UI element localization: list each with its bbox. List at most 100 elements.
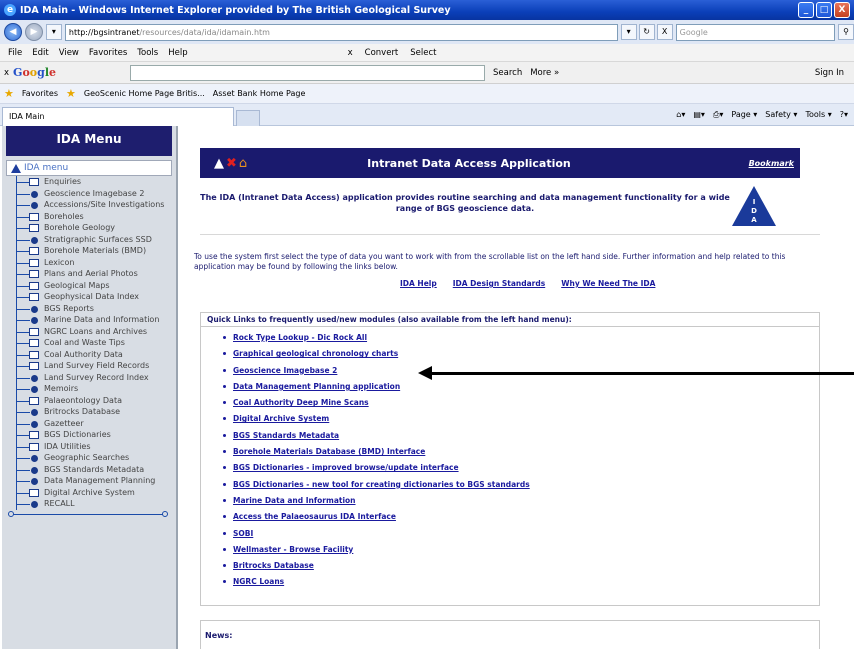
sidebar-item[interactable]: Data Management Planning xyxy=(16,475,176,487)
page-menu[interactable]: Page ▾ xyxy=(731,110,757,120)
bookmark-link[interactable]: Bookmark xyxy=(749,159,794,168)
ie-icon: e xyxy=(4,4,16,16)
menu-favorites[interactable]: Favorites xyxy=(85,48,131,58)
sidebar-item-label: BGS Dictionaries xyxy=(44,430,111,439)
triangle-logo-icon: ▲ xyxy=(214,155,224,171)
quick-link[interactable]: Britrocks Database xyxy=(233,561,314,570)
sidebar-item-label: IDA Utilities xyxy=(44,441,91,451)
quick-link[interactable]: BGS Standards Metadata xyxy=(233,431,339,440)
sidebar-item[interactable]: Marine Data and Information xyxy=(16,314,176,326)
sidebar-item[interactable]: Palaeontology Data xyxy=(16,395,176,407)
maximize-button[interactable]: □ xyxy=(816,2,832,18)
feeds-icon[interactable]: ▤▾ xyxy=(693,110,705,120)
quick-link[interactable]: Rock Type Lookup - Dic Rock All xyxy=(233,333,367,342)
sidebar-item-label: Boreholes xyxy=(44,211,84,221)
home-icon[interactable]: ⌂▾ xyxy=(676,110,685,120)
window-title: IDA Main - Windows Internet Explorer pro… xyxy=(20,4,451,16)
google-signin-button[interactable]: Sign In xyxy=(815,68,844,78)
menu-file[interactable]: File xyxy=(4,48,26,58)
sidebar-item[interactable]: NGRC Loans and Archives xyxy=(16,326,176,338)
sidebar-item[interactable]: RECALL xyxy=(16,498,176,510)
sidebar-item[interactable]: Coal and Waste Tips xyxy=(16,337,176,349)
minimize-button[interactable]: _ xyxy=(798,2,814,18)
menu-edit[interactable]: Edit xyxy=(28,48,52,58)
sidebar-item[interactable]: Digital Archive System xyxy=(16,487,176,499)
quick-link[interactable]: Data Management Planning application xyxy=(233,382,400,391)
refresh-icon[interactable]: ↻ xyxy=(638,24,655,40)
google-search-input[interactable] xyxy=(130,64,486,81)
tab-ida-main[interactable]: IDA Main xyxy=(2,107,234,126)
sidebar-item[interactable]: BGS Reports xyxy=(16,303,176,315)
sidebar-item[interactable]: Plans and Aerial Photos xyxy=(16,268,176,280)
quick-link[interactable]: Coal Authority Deep Mine Scans xyxy=(233,398,369,407)
select-button[interactable]: Select xyxy=(406,48,440,58)
close-google-toolbar-icon[interactable]: x xyxy=(4,68,9,78)
safety-menu[interactable]: Safety ▾ xyxy=(765,110,797,120)
sidebar-item[interactable]: Geophysical Data Index xyxy=(16,291,176,303)
google-search-button[interactable]: Search xyxy=(493,68,522,78)
sidebar-item[interactable]: Geographic Searches xyxy=(16,452,176,464)
favorites-star-icon[interactable]: ★ xyxy=(4,87,14,100)
quick-link[interactable]: Access the Palaeosaurus IDA Interface xyxy=(233,512,396,521)
ida-help-link[interactable]: IDA Help xyxy=(400,279,437,288)
search-icon[interactable]: ⚲ xyxy=(838,24,854,40)
quick-link[interactable]: Wellmaster - Browse Facility xyxy=(233,545,353,554)
quick-link[interactable]: BGS Dictionaries - new tool for creating… xyxy=(233,480,530,489)
sidebar-item[interactable]: Stratigraphic Surfaces SSD xyxy=(16,234,176,246)
live-search-input[interactable]: Google xyxy=(675,23,835,41)
new-tab-button[interactable] xyxy=(236,110,260,126)
sidebar-item[interactable]: BGS Dictionaries xyxy=(16,429,176,441)
forward-button[interactable]: ▶ xyxy=(24,23,43,41)
sidebar-item[interactable]: Borehole Materials (BMD) xyxy=(16,245,176,257)
sidebar-item[interactable]: IDA Utilities xyxy=(16,441,176,453)
menu-root-item[interactable]: IDA menu xyxy=(6,160,172,176)
sidebar-item[interactable]: Enquiries xyxy=(16,176,176,188)
sidebar-item[interactable]: Geological Maps xyxy=(16,280,176,292)
sidebar-item[interactable]: Memoirs xyxy=(16,383,176,395)
help-icon[interactable]: ?▾ xyxy=(840,110,848,120)
sidebar-item[interactable]: Geoscience Imagebase 2 xyxy=(16,188,176,200)
sidebar-item[interactable]: Lexicon xyxy=(16,257,176,269)
quick-link[interactable]: SOBI xyxy=(233,529,253,538)
menu-help[interactable]: Help xyxy=(164,48,191,58)
quick-link[interactable]: Borehole Materials Database (BMD) Interf… xyxy=(233,447,425,456)
quick-link-item: SOBI xyxy=(223,529,819,545)
sidebar-item[interactable]: Coal Authority Data xyxy=(16,349,176,361)
sidebar-item[interactable]: BGS Standards Metadata xyxy=(16,464,176,476)
quick-link[interactable]: BGS Dictionaries - improved browse/updat… xyxy=(233,463,459,472)
sidebar-item[interactable]: Land Survey Record Index xyxy=(16,372,176,384)
recent-pages-dropdown[interactable]: ▾ xyxy=(45,24,62,40)
bullet-icon xyxy=(31,420,38,428)
tools-menu[interactable]: Tools ▾ xyxy=(805,110,831,120)
close-toolbar-icon[interactable]: x xyxy=(344,48,357,58)
favorite-link-geoscenic[interactable]: GeoScenic Home Page Britis... xyxy=(84,89,205,98)
google-more-button[interactable]: More » xyxy=(530,68,559,78)
print-icon[interactable]: ⎙▾ xyxy=(713,110,723,120)
stop-icon[interactable]: X xyxy=(656,24,673,40)
quick-link[interactable]: NGRC Loans xyxy=(233,577,284,586)
sidebar-item[interactable]: Land Survey Field Records xyxy=(16,360,176,372)
close-button[interactable]: X xyxy=(834,2,850,18)
sidebar-item[interactable]: Accessions/Site Investigations xyxy=(16,199,176,211)
sidebar-item[interactable]: Boreholes xyxy=(16,211,176,223)
quick-link[interactable]: Digital Archive System xyxy=(233,414,329,423)
ida-design-standards-link[interactable]: IDA Design Standards xyxy=(453,279,545,288)
back-button[interactable]: ◀ xyxy=(4,23,22,41)
menu-view[interactable]: View xyxy=(55,48,83,58)
address-dropdown[interactable]: ▾ xyxy=(620,24,637,40)
quick-link[interactable]: Graphical geological chronology charts xyxy=(233,349,398,358)
address-input[interactable]: http://bgsintranet/resources/data/ida/id… xyxy=(64,23,618,41)
sidebar-item[interactable]: Britrocks Database xyxy=(16,406,176,418)
ida-logo-letters: IDA xyxy=(751,198,757,224)
quick-link[interactable]: Marine Data and Information xyxy=(233,496,356,505)
favorite-link-asset-bank[interactable]: Asset Bank Home Page xyxy=(213,89,306,98)
favorites-button[interactable]: Favorites xyxy=(22,89,58,98)
sidebar-item[interactable]: Gazetteer xyxy=(16,418,176,430)
menu-tools[interactable]: Tools xyxy=(133,48,162,58)
convert-button[interactable]: Convert xyxy=(361,48,403,58)
sidebar-item[interactable]: Borehole Geology xyxy=(16,222,176,234)
why-we-need-ida-link[interactable]: Why We Need The IDA xyxy=(561,279,655,288)
quick-link[interactable]: Geoscience Imagebase 2 xyxy=(233,366,337,375)
quick-link-item: Marine Data and Information xyxy=(223,496,819,512)
add-favorite-icon[interactable]: ★ xyxy=(66,87,76,100)
